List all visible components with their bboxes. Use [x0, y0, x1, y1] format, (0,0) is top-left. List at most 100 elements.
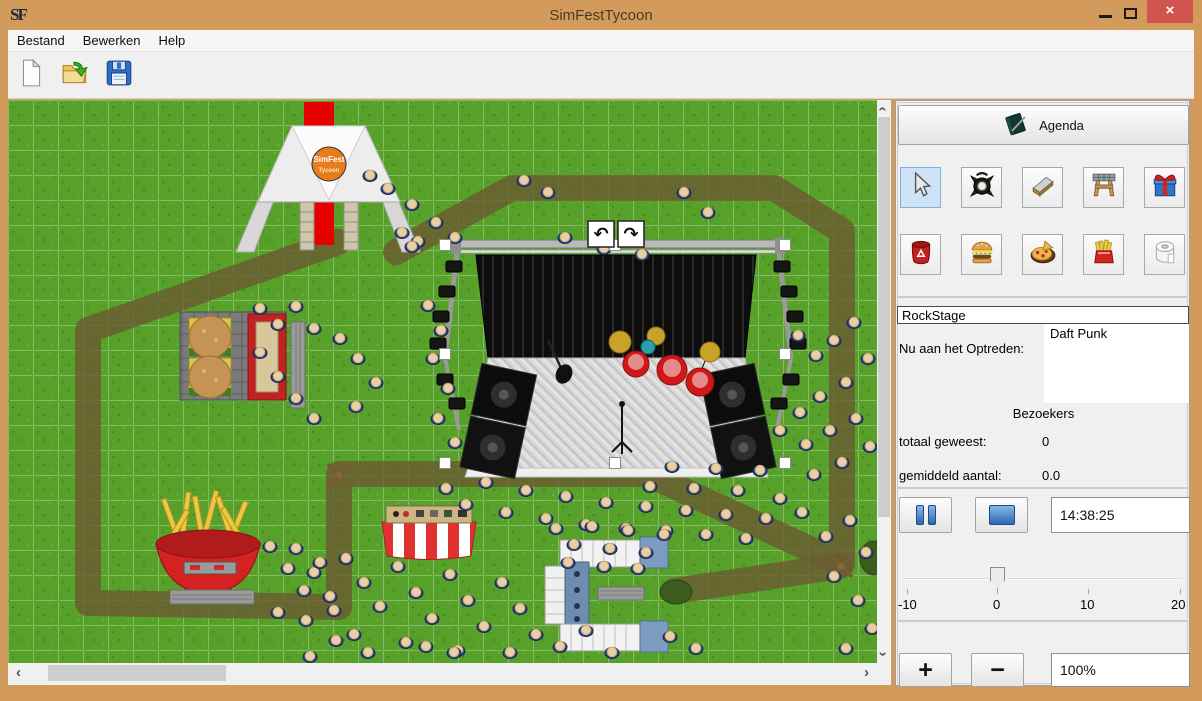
visitor: [339, 553, 353, 564]
vertical-scrollbar[interactable]: ‹ ‹: [877, 100, 891, 663]
visitor: [639, 547, 653, 558]
visitor: [253, 303, 267, 314]
visitor: [865, 623, 877, 634]
visitor: [499, 507, 513, 518]
visitor: [819, 531, 833, 542]
visitor: [503, 647, 517, 658]
minimize-button[interactable]: [1099, 15, 1112, 18]
selection-handle[interactable]: [610, 458, 621, 469]
market-stall[interactable]: [382, 506, 476, 560]
total-visitors-value: 0: [1042, 434, 1049, 449]
visitor: [323, 591, 337, 602]
cursor-icon: [907, 171, 935, 204]
close-button[interactable]: ×: [1147, 0, 1193, 23]
visitor: [263, 541, 277, 552]
scroll-left-arrow[interactable]: ‹: [16, 666, 21, 680]
window-title: SimFestTycoon: [0, 7, 1202, 24]
tool-gift-shop[interactable]: [1144, 167, 1185, 208]
open-file-button[interactable]: [55, 55, 95, 95]
visitor: [793, 407, 807, 418]
visitor: [621, 525, 635, 536]
visitor: [643, 481, 657, 492]
tool-gate[interactable]: [1083, 167, 1124, 208]
bench-horizontal[interactable]: [170, 590, 254, 604]
gate-icon: [1090, 171, 1118, 204]
zoom-in-button[interactable]: +: [899, 653, 952, 687]
menu-bar: Bestand Bewerken Help: [8, 30, 1194, 52]
visitor: [731, 485, 745, 496]
tool-toilet[interactable]: [1144, 234, 1185, 275]
vertical-scroll-thumb[interactable]: [878, 117, 890, 517]
visitor: [289, 301, 303, 312]
selection-handle[interactable]: [780, 240, 791, 251]
slider-tick-minus10: -10: [898, 597, 917, 612]
visitor: [759, 513, 773, 524]
selection-handle[interactable]: [440, 458, 451, 469]
visitor: [426, 353, 440, 364]
menu-help[interactable]: Help: [150, 30, 195, 51]
selection-handle[interactable]: [440, 240, 451, 251]
agenda-button[interactable]: Agenda: [898, 105, 1189, 145]
tool-burger-stand[interactable]: [961, 234, 1002, 275]
scroll-down-arrow[interactable]: ‹: [876, 652, 890, 657]
visitor: [429, 217, 443, 228]
visitor: [827, 571, 841, 582]
toolbar: [8, 52, 1194, 99]
save-file-button[interactable]: [99, 55, 139, 95]
visitor: [313, 557, 327, 568]
bench-toilets[interactable]: [598, 587, 644, 600]
rotate-button[interactable]: ↷: [618, 221, 644, 247]
minus-icon: −: [990, 660, 1005, 680]
visitor: [851, 595, 865, 606]
tool-trash-can[interactable]: [900, 234, 941, 275]
stop-button[interactable]: [975, 497, 1028, 533]
pause-button[interactable]: [899, 497, 952, 533]
rotate-button[interactable]: ↶: [588, 221, 614, 247]
visitor: [391, 561, 405, 572]
visitor: [297, 585, 311, 596]
spotlight-icon: [968, 171, 996, 204]
visitor: [701, 207, 715, 218]
selection-handle[interactable]: [780, 349, 791, 360]
visitor: [363, 170, 377, 181]
burger-stand[interactable]: [180, 312, 286, 400]
visitor: [559, 491, 573, 502]
menu-bestand[interactable]: Bestand: [8, 30, 74, 51]
horizontal-scroll-thumb[interactable]: [48, 665, 226, 681]
selection-handle[interactable]: [440, 349, 451, 360]
agenda-label: Agenda: [1039, 118, 1084, 133]
selection-handle[interactable]: [780, 458, 791, 469]
visitor: [307, 323, 321, 334]
tool-select-cursor[interactable]: [900, 167, 941, 208]
tool-spotlight-stage[interactable]: [961, 167, 1002, 208]
visitor: [739, 533, 753, 544]
visitor: [579, 625, 593, 636]
visitor: [419, 641, 433, 652]
stop-icon: [989, 505, 1015, 525]
tool-pizza-stand[interactable]: [1022, 234, 1063, 275]
horizontal-scrollbar[interactable]: ‹ ›: [8, 663, 877, 683]
visitor: [477, 621, 491, 632]
visitor: [597, 561, 611, 572]
svg-text:↶: ↶: [593, 224, 608, 245]
canvas-area: SimFest Tycoon: [8, 100, 891, 685]
maximize-button[interactable]: [1124, 8, 1137, 19]
title-bar[interactable]: SF SimFestTycoon ×: [0, 0, 1202, 30]
visitor: [447, 647, 461, 658]
visitor: [271, 607, 285, 618]
visitor: [357, 577, 371, 588]
visitor: [839, 643, 853, 654]
stage-name-input[interactable]: [897, 306, 1189, 324]
visitor: [541, 187, 555, 198]
zoom-out-button[interactable]: −: [971, 653, 1024, 687]
visitor: [425, 613, 439, 624]
scroll-right-arrow[interactable]: ›: [864, 666, 869, 680]
scroll-up-arrow[interactable]: ‹: [876, 107, 890, 112]
speed-slider-track[interactable]: [904, 578, 1183, 580]
menu-bewerken[interactable]: Bewerken: [74, 30, 150, 51]
tool-path-tile[interactable]: [1022, 167, 1063, 208]
new-file-button[interactable]: [11, 55, 51, 95]
festival-map[interactable]: SimFest Tycoon: [8, 100, 877, 663]
visitor: [395, 227, 409, 238]
tool-fries-stand[interactable]: [1083, 234, 1124, 275]
